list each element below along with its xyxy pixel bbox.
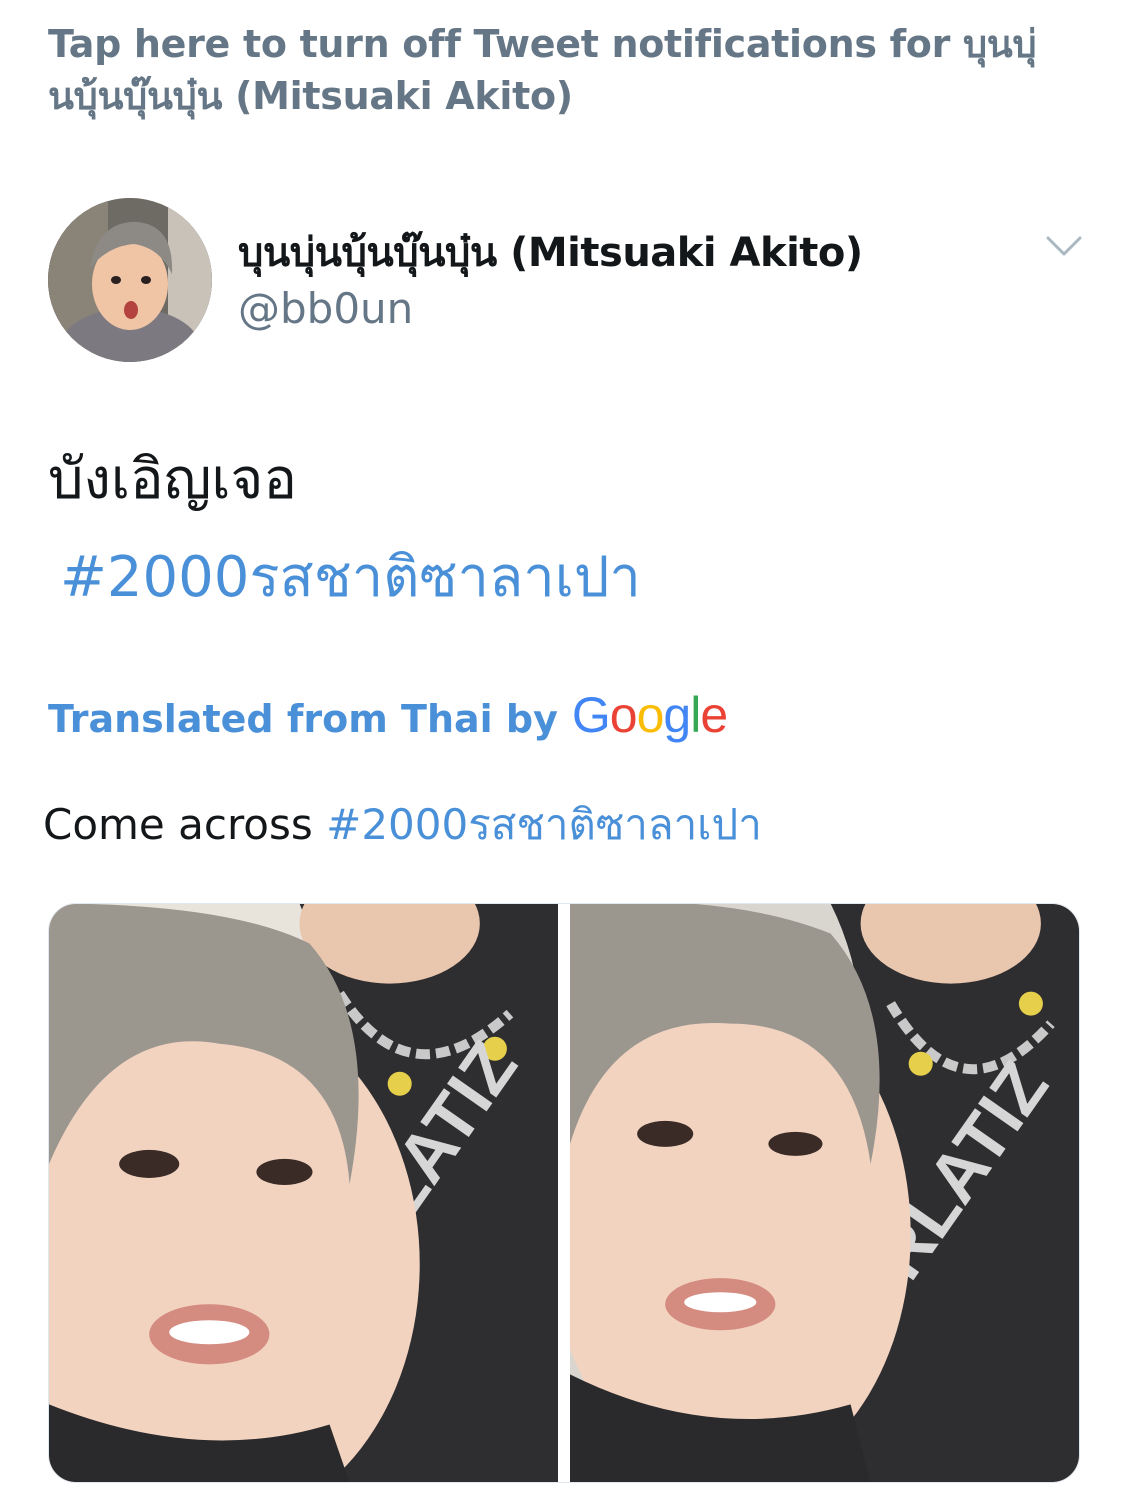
- tweet-hashtag-link[interactable]: #2000รสชาติซาลาเปา: [60, 543, 641, 613]
- user-avatar[interactable]: [48, 198, 212, 362]
- translated-text-body: Come across: [43, 800, 313, 849]
- translated-hashtag-link[interactable]: #2000รสชาติซาลาเปา: [326, 800, 762, 849]
- translated-from-label[interactable]: Translated from Thai by: [48, 697, 558, 741]
- photo-image: RLATIZ: [49, 904, 558, 1482]
- tweet-notification-banner[interactable]: Tap here to turn off Tweet notifications…: [48, 18, 1078, 122]
- photo-image: RLATIZ: [570, 904, 1079, 1482]
- author-display-name[interactable]: บุนบุ่นบุ้นบุ๊นบุ๋น (Mitsuaki Akito): [238, 220, 863, 284]
- google-logo: Google: [571, 687, 728, 743]
- avatar-image: [48, 198, 212, 362]
- tweet-media: RLATIZ RLATIZ: [48, 903, 1080, 1483]
- chevron-down-icon[interactable]: [1044, 232, 1084, 262]
- author-handle[interactable]: @bb0un: [238, 284, 413, 333]
- tweet-text: บังเอิญเจอ: [48, 447, 297, 512]
- tweet-photo-2[interactable]: RLATIZ: [570, 904, 1079, 1482]
- tweet-header: บุนบุ่นบุ้นบุ๊นบุ๋น (Mitsuaki Akito) @bb…: [48, 198, 1088, 363]
- translated-text: Come across #2000รสชาติซาลาเปา: [43, 792, 762, 858]
- translation-attribution: Translated from Thai by Google: [48, 686, 728, 746]
- tweet-photo-1[interactable]: RLATIZ: [49, 904, 558, 1482]
